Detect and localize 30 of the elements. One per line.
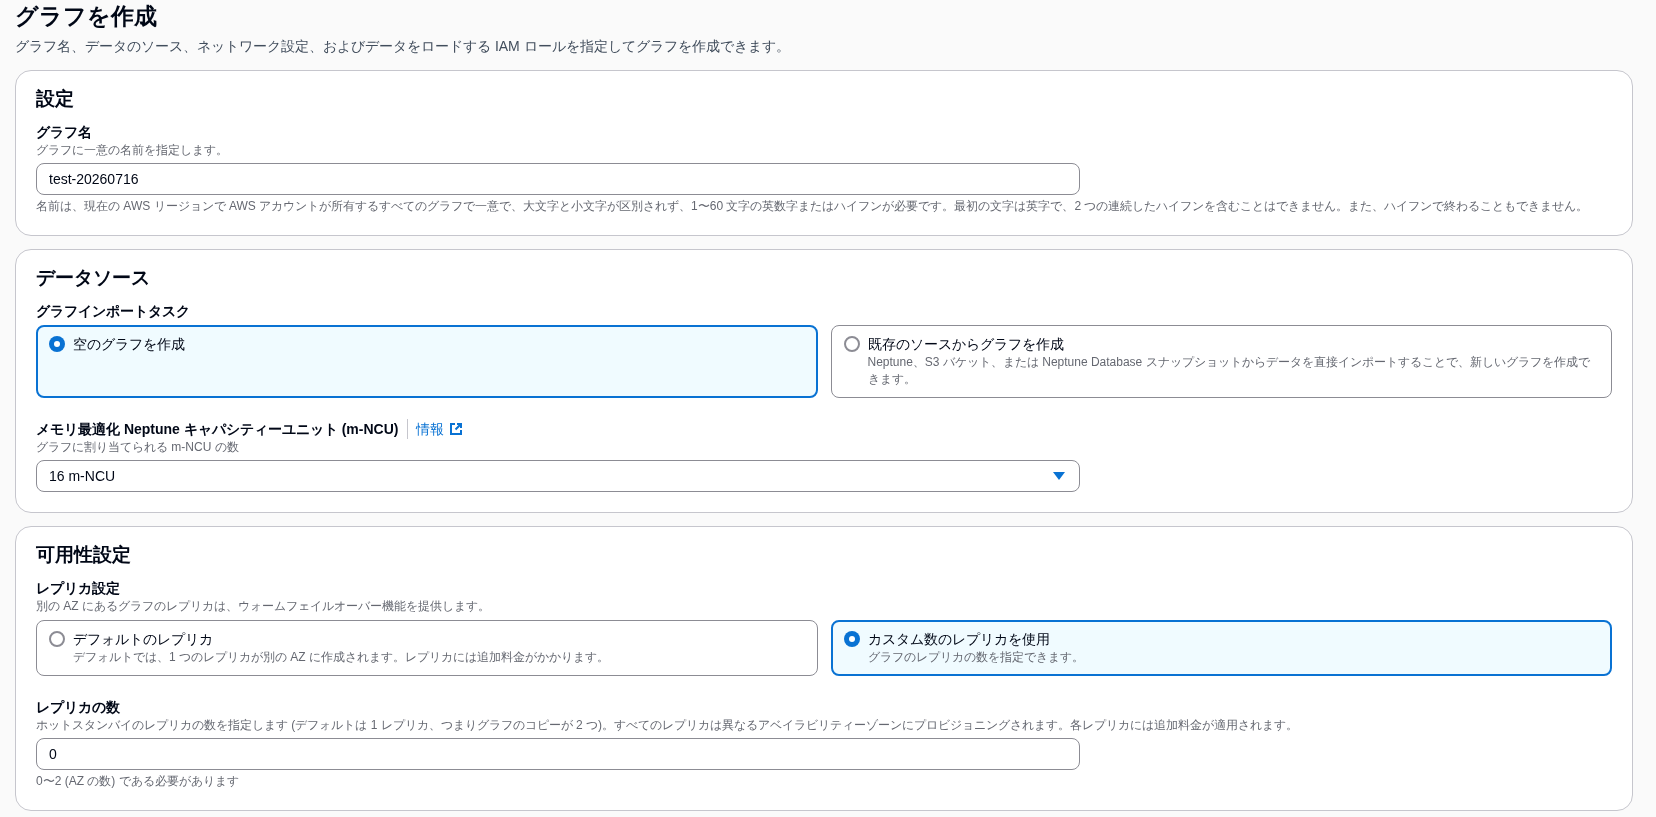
- field-description: ホットスタンバイのレプリカの数を指定します (デフォルトは 1 レプリカ、つまりグラフのコピーが 2 つ)。すべてのレプリカは異なるアベイラビリティーゾーンにプロビジョニングされます。各レプリカには追加料金が適用されます。: [36, 717, 1299, 734]
- field-label: レプリカ設定: [36, 579, 120, 597]
- select-dropdown[interactable]: 16 m-NCU: [36, 460, 1080, 492]
- page-title: グラフを作成: [15, 2, 158, 30]
- external-link-icon: [450, 423, 463, 435]
- radio-icon: [843, 336, 860, 352]
- info-link[interactable]: 情報: [416, 420, 463, 438]
- field-label: レプリカの数: [36, 698, 120, 716]
- page-description: グラフ名、データのソース、ネットワーク設定、およびデータをロードする IAM ロールを指定してグラフを作成できます。: [15, 37, 791, 55]
- radio-option[interactable]: 空のグラフを作成: [36, 325, 818, 398]
- field-label: グラフ名: [36, 123, 92, 141]
- field-constraint: 0〜2 (AZ の数) である必要があります: [36, 773, 240, 790]
- section-heading: データソース: [36, 266, 151, 290]
- field-description: グラフに一意の名前を指定します。: [36, 142, 229, 159]
- radio-icon: [843, 631, 860, 647]
- radio-option[interactable]: デフォルトのレプリカ デフォルトでは、1 つのレプリカが別の AZ に作成されます。レプリカには追加料金がかかります。: [36, 620, 818, 676]
- section-heading: 設定: [36, 87, 75, 111]
- field-description: グラフに割り当てられる m-NCU の数: [36, 439, 240, 456]
- text-input[interactable]: 0: [36, 738, 1080, 770]
- field-description: 別の AZ にあるグラフのレプリカは、ウォームフェイルオーバー機能を提供します。: [36, 598, 491, 615]
- radio-icon: [49, 631, 65, 647]
- radio-icon: [49, 336, 65, 352]
- radio-option[interactable]: カスタム数のレプリカを使用 グラフのレプリカの数を指定できます。: [830, 620, 1612, 676]
- text-input[interactable]: test-20260716: [36, 163, 1080, 195]
- field-label: グラフインポートタスク: [36, 302, 190, 320]
- radio-option[interactable]: 既存のソースからグラフを作成 Neptune、S3 バケット、または Neptune Database スナップショットからデータを直接インポートすることで、新しいグラフを作成できます。: [830, 325, 1612, 398]
- caret-down-icon: [1053, 472, 1065, 480]
- field-constraint: 名前は、現在の AWS リージョンで AWS アカウントが所有するすべてのグラフで一意で、大文字と小文字が区別されず、1〜60 文字の英数字またはハイフンが必要です。最初の文字は英字で、2 つの連続したハイフンを含むことはできません。また、ハイフンで終わることもできません。: [36, 198, 1590, 215]
- section-heading: 可用性設定: [36, 543, 132, 567]
- field-label: メモリ最適化 Neptune キャパシティーユニット (m-NCU): [36, 420, 399, 438]
